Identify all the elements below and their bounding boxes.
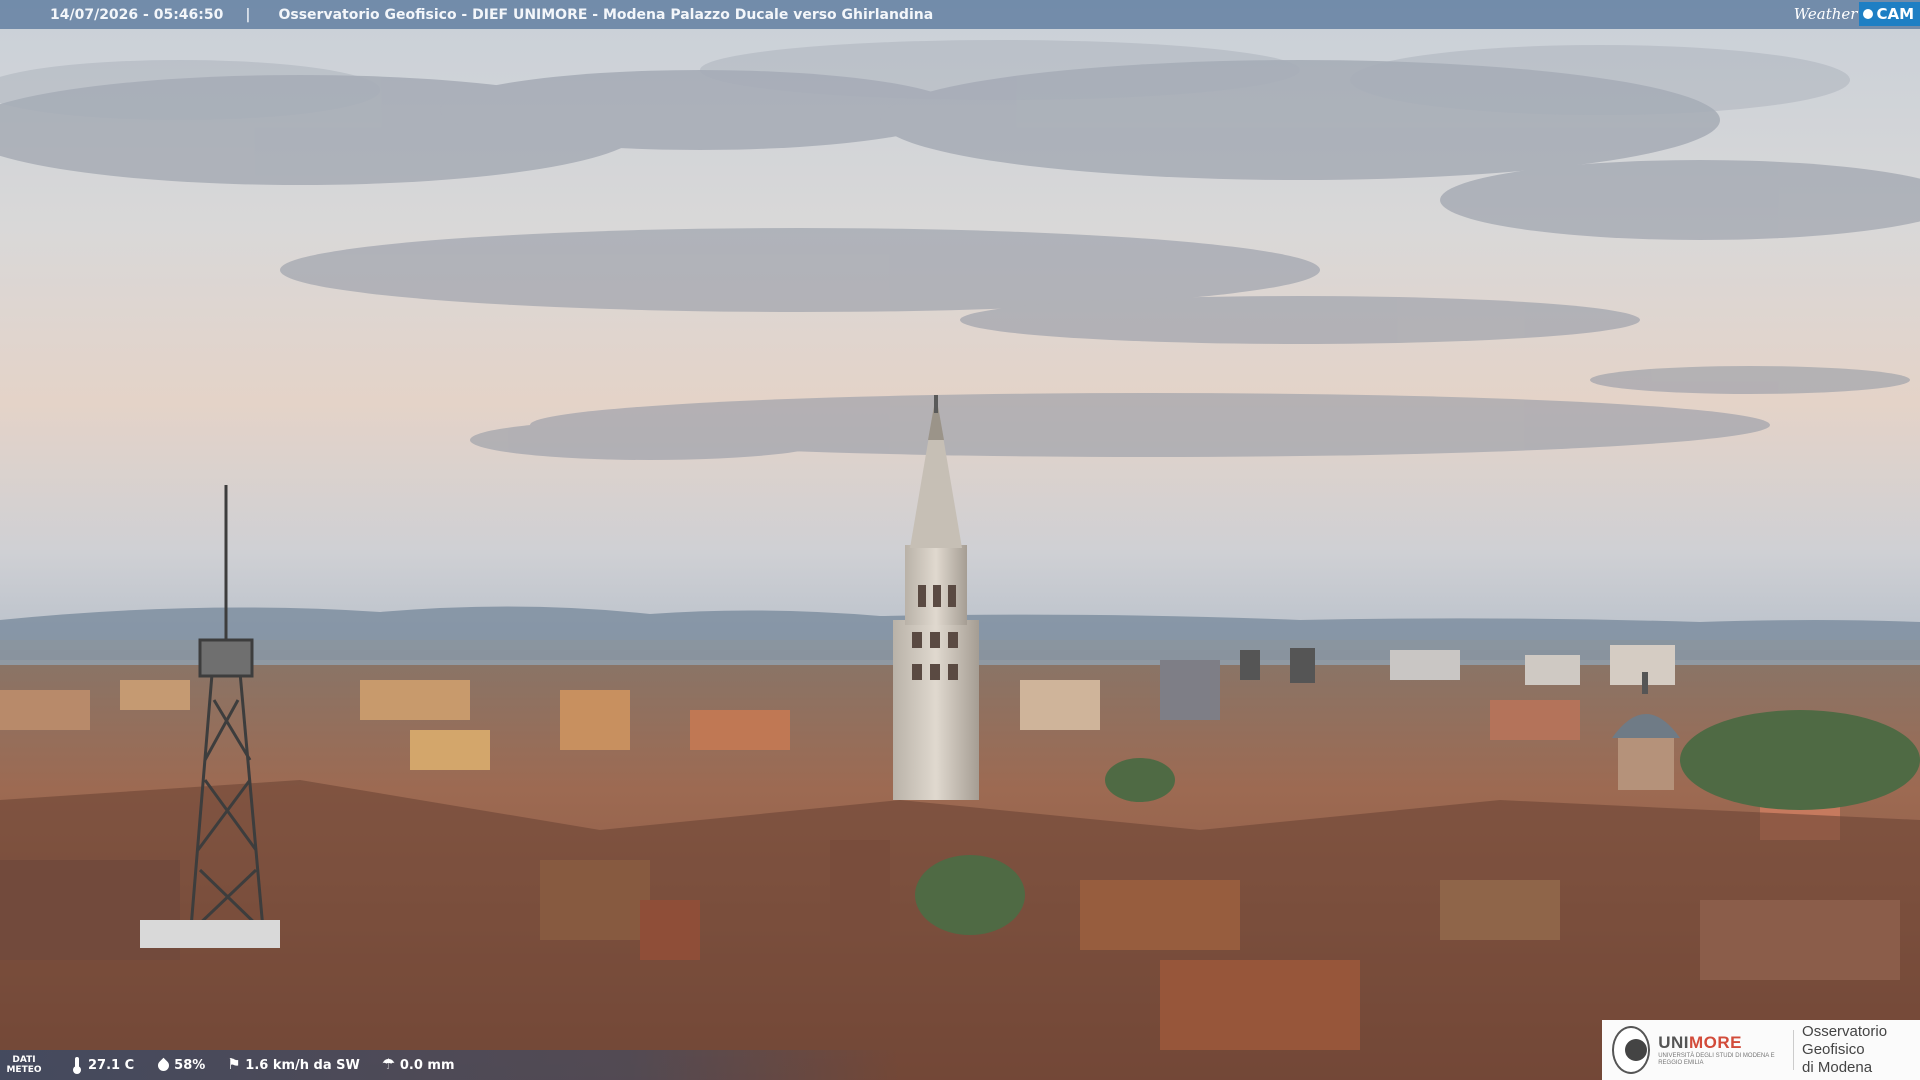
weathercam-brand: Weather CAM <box>1794 0 1920 27</box>
meteo-temperature: 27.1 C <box>70 1057 135 1074</box>
logo-divider <box>1793 1030 1795 1070</box>
meteo-bar: DATI METEO 27.1 C 58% 1.6 km/h da SW 0.0… <box>0 1050 900 1080</box>
humidity-drop-icon <box>156 1057 170 1073</box>
camera-title: Osservatorio Geofisico - DIEF UNIMORE - … <box>278 6 934 23</box>
rain-value: 0.0 mm <box>399 1057 455 1073</box>
meteo-humidity: 58% <box>156 1057 205 1073</box>
brand-cam-text: CAM <box>1876 4 1914 23</box>
webcam-city-view <box>0 0 1920 1080</box>
thermometer-icon <box>70 1057 84 1074</box>
unimore-wordmark: UNIMORE UNIVERSITÀ DEGLI STUDI DI MODENA… <box>1658 1033 1785 1067</box>
unimore-name: UNIMORE <box>1658 1033 1785 1053</box>
observatory-line2: di Modena <box>1802 1059 1873 1076</box>
wind-value: 1.6 km/h da SW <box>245 1057 360 1073</box>
unimore-subtitle: UNIVERSITÀ DEGLI STUDI DI MODENA E REGGI… <box>1658 1053 1775 1066</box>
uni-suffix: MORE <box>1689 1033 1742 1052</box>
observatory-line1: Osservatorio Geofisico <box>1802 1023 1888 1058</box>
meteo-label: DATI METEO <box>6 1055 42 1075</box>
observatory-name: Osservatorio Geofisico di Modena <box>1802 1023 1920 1077</box>
brand-weather-text: Weather <box>1793 4 1858 23</box>
camera-dot-icon <box>1863 8 1874 19</box>
wind-icon <box>227 1055 241 1073</box>
humidity-value: 58% <box>174 1057 206 1073</box>
university-seal-icon <box>1612 1026 1651 1074</box>
meteo-wind: 1.6 km/h da SW <box>227 1055 360 1073</box>
unimore-logo-block: UNIMORE UNIVERSITÀ DEGLI STUDI DI MODENA… <box>1602 1020 1920 1080</box>
meteo-rain: 0.0 mm <box>382 1055 455 1073</box>
uni-prefix: UNI <box>1658 1033 1689 1052</box>
caption-separator: | <box>245 6 251 23</box>
brand-cam-box: CAM <box>1859 1 1920 26</box>
rain-icon <box>382 1055 396 1073</box>
temperature-value: 27.1 C <box>88 1057 135 1073</box>
caption-bar: 14/07/2026 - 05:46:50 | Osservatorio Geo… <box>0 0 1920 29</box>
capture-datetime: 14/07/2026 - 05:46:50 <box>50 6 224 23</box>
